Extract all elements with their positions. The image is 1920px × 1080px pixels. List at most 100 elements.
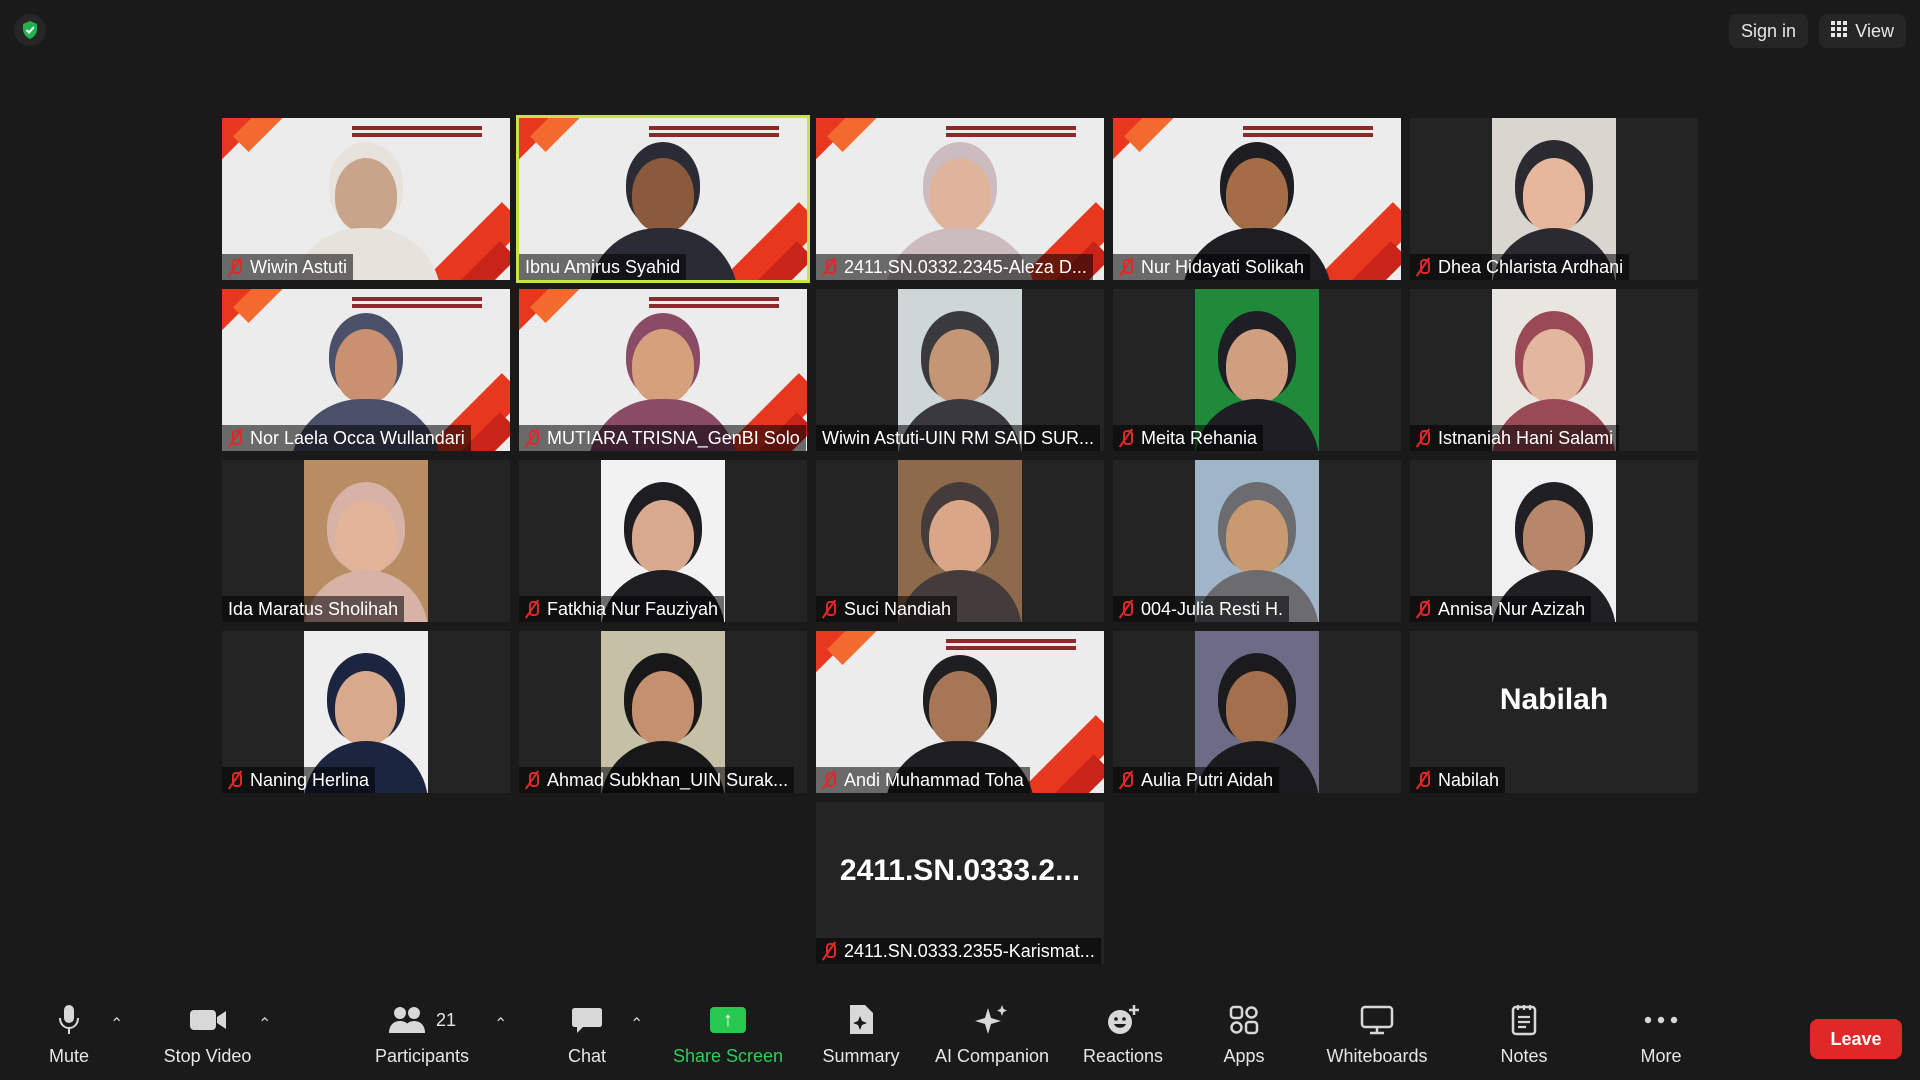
participant-name: Suci Nandiah bbox=[844, 598, 952, 619]
share-screen-button[interactable]: ↑ Share Screen bbox=[672, 1000, 784, 1078]
participant-name: Ibnu Amirus Syahid bbox=[525, 256, 681, 277]
participant-name-label: Suci Nandiah bbox=[816, 596, 958, 622]
muted-microphone-icon bbox=[525, 600, 539, 618]
participant-display-name: Nabilah bbox=[1499, 683, 1609, 716]
muted-microphone-icon bbox=[1416, 600, 1430, 618]
participant-name-label: 004-Julia Resti H. bbox=[1113, 596, 1290, 622]
ai-sparkle-icon bbox=[974, 1000, 1010, 1040]
audio-options-caret[interactable]: ⌃ bbox=[110, 1014, 123, 1034]
participant-tile[interactable]: Fatkhia Nur Fauziyah bbox=[519, 460, 807, 622]
participant-name: Aulia Putri Aidah bbox=[1141, 769, 1274, 790]
participant-name: Andi Muhammad Toha bbox=[844, 769, 1024, 790]
participant-name-label: Ida Maratus Sholihah bbox=[222, 596, 405, 622]
participant-name: 2411.SN.0333.2355-Karismat... bbox=[844, 940, 1095, 961]
mute-button[interactable]: Mute bbox=[40, 1000, 98, 1078]
participant-tile[interactable]: Wiwin Astuti bbox=[222, 118, 510, 280]
participant-name-label: Aulia Putri Aidah bbox=[1113, 767, 1280, 793]
muted-microphone-icon bbox=[228, 771, 242, 789]
participants-icon: 21 bbox=[388, 1000, 456, 1040]
participants-button[interactable]: 21 Participants bbox=[372, 1000, 472, 1078]
participant-tile[interactable]: Nor Laela Occa Wullandari bbox=[222, 289, 510, 451]
participant-tile[interactable]: Aulia Putri Aidah bbox=[1113, 631, 1401, 793]
participant-name-label: Wiwin Astuti-UIN RM SAID SUR... bbox=[816, 425, 1101, 451]
chat-options-caret[interactable]: ⌃ bbox=[630, 1014, 643, 1034]
participant-tile[interactable]: MUTIARA TRISNA_GenBI Solo bbox=[519, 289, 807, 451]
reactions-button[interactable]: Reactions bbox=[1082, 1000, 1164, 1078]
apps-button[interactable]: Apps bbox=[1222, 1000, 1266, 1078]
participant-name-label: Naning Herlina bbox=[222, 767, 376, 793]
apps-label: Apps bbox=[1223, 1046, 1265, 1066]
participant-name: Naning Herlina bbox=[250, 769, 370, 790]
muted-microphone-icon bbox=[1119, 429, 1133, 447]
notes-button[interactable]: Notes bbox=[1498, 1000, 1550, 1078]
more-button[interactable]: More bbox=[1636, 1000, 1686, 1078]
participant-tile[interactable]: Ida Maratus Sholihah bbox=[222, 460, 510, 622]
stop-video-button[interactable]: Stop Video bbox=[160, 1000, 255, 1078]
sign-in-label: Sign in bbox=[1740, 20, 1796, 41]
muted-microphone-icon bbox=[228, 429, 242, 447]
participant-name: 004-Julia Resti H. bbox=[1141, 598, 1284, 619]
participants-label: Participants bbox=[374, 1046, 470, 1066]
participant-name-label: Ahmad Subkhan_UIN Surak... bbox=[519, 767, 795, 793]
summary-button[interactable]: Summary bbox=[820, 1000, 902, 1078]
participants-options-caret[interactable]: ⌃ bbox=[494, 1014, 507, 1034]
participant-tile[interactable]: Ibnu Amirus Syahid bbox=[516, 115, 810, 283]
ai-companion-label: AI Companion bbox=[934, 1046, 1050, 1066]
participant-name: Nabilah bbox=[1438, 769, 1500, 790]
muted-microphone-icon bbox=[822, 942, 836, 960]
participant-tile[interactable]: Nabilah Nabilah bbox=[1410, 631, 1698, 793]
participant-name: Istnaniah Hani Salami bbox=[1438, 427, 1614, 448]
notes-icon bbox=[1510, 1000, 1538, 1040]
participant-name: Ahmad Subkhan_UIN Surak... bbox=[547, 769, 789, 790]
participant-tile[interactable]: Dhea Chlarista Ardhani bbox=[1410, 118, 1698, 280]
ai-companion-button[interactable]: AI Companion bbox=[932, 1000, 1052, 1078]
muted-microphone-icon bbox=[822, 258, 836, 276]
participant-name-label: Fatkhia Nur Fauziyah bbox=[519, 596, 725, 622]
summary-document-icon bbox=[847, 1000, 875, 1040]
participant-name: Nor Laela Occa Wullandari bbox=[250, 427, 465, 448]
whiteboards-button[interactable]: Whiteboards bbox=[1322, 1000, 1432, 1078]
leave-button[interactable]: Leave bbox=[1810, 1019, 1902, 1059]
microphone-icon bbox=[58, 1000, 80, 1040]
share-screen-icon: ↑ bbox=[710, 1000, 746, 1040]
participant-tile[interactable]: 004-Julia Resti H. bbox=[1113, 460, 1401, 622]
summary-label: Summary bbox=[822, 1046, 900, 1066]
view-label: View bbox=[1855, 20, 1894, 41]
muted-microphone-icon bbox=[1416, 258, 1430, 276]
muted-microphone-icon bbox=[1119, 771, 1133, 789]
reactions-label: Reactions bbox=[1082, 1046, 1164, 1066]
whiteboard-icon bbox=[1360, 1000, 1394, 1040]
chat-button[interactable]: Chat bbox=[566, 1000, 608, 1078]
participant-tile[interactable]: Andi Muhammad Toha bbox=[816, 631, 1104, 793]
participant-name-label: Ibnu Amirus Syahid bbox=[519, 254, 687, 280]
muted-microphone-icon bbox=[1416, 771, 1430, 789]
view-button[interactable]: View bbox=[1819, 14, 1906, 48]
participant-tile[interactable]: Istnaniah Hani Salami bbox=[1410, 289, 1698, 451]
participant-name-label: Annisa Nur Azizah bbox=[1410, 596, 1592, 622]
participant-tile[interactable]: Naning Herlina bbox=[222, 631, 510, 793]
participant-name-label: Istnaniah Hani Salami bbox=[1410, 425, 1620, 451]
sign-in-button[interactable]: Sign in bbox=[1728, 14, 1808, 48]
participant-tile[interactable]: Meita Rehania bbox=[1113, 289, 1401, 451]
more-label: More bbox=[1640, 1046, 1682, 1066]
muted-microphone-icon bbox=[228, 258, 242, 276]
security-shield-icon[interactable] bbox=[14, 14, 46, 46]
muted-microphone-icon bbox=[1416, 429, 1430, 447]
participant-name: Fatkhia Nur Fauziyah bbox=[547, 598, 719, 619]
participant-tile[interactable]: 2411.SN.0333.2... 2411.SN.0333.2355-Karis… bbox=[816, 802, 1104, 964]
meeting-toolbar: Mute ⌃ Stop Video ⌃ 21 Participants ⌃ Ch… bbox=[0, 992, 1920, 1080]
participant-tile[interactable]: Nur Hidayati Solikah bbox=[1113, 118, 1401, 280]
participant-tile[interactable]: Ahmad Subkhan_UIN Surak... bbox=[519, 631, 807, 793]
chat-bubble-icon bbox=[571, 1000, 603, 1040]
participant-tile[interactable]: Suci Nandiah bbox=[816, 460, 1104, 622]
participant-tile[interactable]: Wiwin Astuti-UIN RM SAID SUR... bbox=[816, 289, 1104, 451]
participant-name: 2411.SN.0332.2345-Aleza D... bbox=[844, 256, 1087, 277]
participant-tile[interactable]: 2411.SN.0332.2345-Aleza D... bbox=[816, 118, 1104, 280]
participant-name: Meita Rehania bbox=[1141, 427, 1258, 448]
video-options-caret[interactable]: ⌃ bbox=[258, 1014, 271, 1034]
whiteboards-label: Whiteboards bbox=[1326, 1046, 1428, 1066]
participant-tile[interactable]: Annisa Nur Azizah bbox=[1410, 460, 1698, 622]
participant-name-label: Wiwin Astuti bbox=[222, 254, 354, 280]
participant-name-label: Nur Hidayati Solikah bbox=[1113, 254, 1311, 280]
muted-microphone-icon bbox=[525, 429, 539, 447]
